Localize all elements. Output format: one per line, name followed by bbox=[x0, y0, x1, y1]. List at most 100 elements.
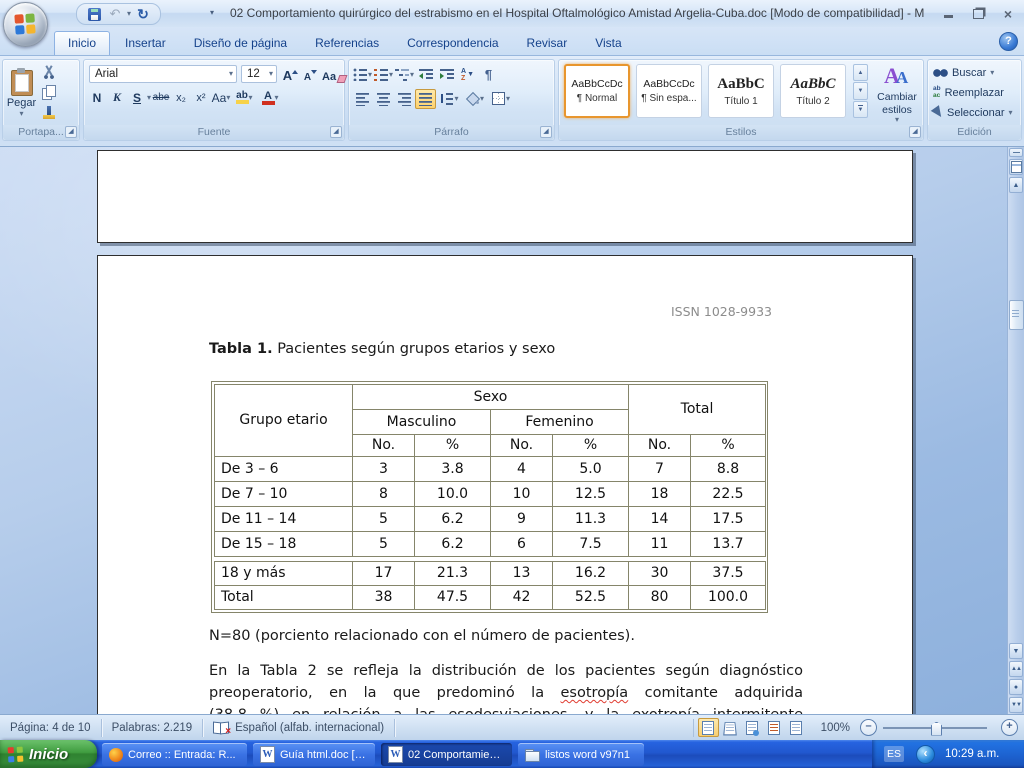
table-cell[interactable]: 5 bbox=[353, 507, 415, 532]
taskbar-item-correo[interactable]: Correo :: Entrada: R... bbox=[102, 743, 247, 766]
table-cell[interactable]: 11 bbox=[629, 532, 691, 557]
tab-inicio[interactable]: Inicio bbox=[54, 31, 110, 55]
style-card-normal[interactable]: AaBbCcDc ¶ Normal bbox=[564, 64, 630, 118]
table-cell[interactable]: 47.5 bbox=[415, 586, 491, 610]
table-cell[interactable]: 100.0 bbox=[691, 586, 766, 610]
table-cell[interactable]: 13.7 bbox=[691, 532, 766, 557]
scroll-track[interactable] bbox=[1008, 194, 1024, 642]
table-cell[interactable]: 18 bbox=[629, 482, 691, 507]
table-cell[interactable]: 3 bbox=[353, 457, 415, 482]
page-current[interactable]: ISSN 1028-9933 Tabla 1. Pacientes según … bbox=[97, 255, 913, 714]
subscript-button[interactable]: x₂ bbox=[171, 88, 191, 108]
minimize-button[interactable] bbox=[940, 7, 956, 21]
table-cell[interactable]: De 11 – 14 bbox=[215, 507, 353, 532]
table-cell[interactable]: 6.2 bbox=[415, 532, 491, 557]
cut-button[interactable] bbox=[39, 63, 58, 81]
table-cell[interactable]: 16.2 bbox=[553, 562, 629, 586]
header-pct[interactable]: % bbox=[415, 435, 491, 457]
header-total[interactable]: Total bbox=[629, 385, 766, 435]
scroll-up-button[interactable]: ▲ bbox=[1009, 177, 1023, 193]
split-handle[interactable] bbox=[1009, 148, 1023, 157]
format-painter-button[interactable] bbox=[39, 103, 58, 121]
bold-button[interactable]: N bbox=[87, 88, 107, 108]
close-button[interactable]: × bbox=[1000, 7, 1016, 21]
line-spacing-button[interactable]: ▾ bbox=[436, 89, 462, 109]
zoom-slider-thumb[interactable] bbox=[931, 722, 942, 736]
font-dialog-launcher[interactable]: ◢ bbox=[330, 126, 342, 138]
align-center-button[interactable] bbox=[373, 89, 394, 109]
borders-button[interactable]: ▾ bbox=[488, 89, 514, 109]
taskbar-clock[interactable]: 10:29 a.m. bbox=[945, 748, 999, 760]
change-styles-button[interactable]: AA Cambiar estilos ▾ bbox=[871, 63, 923, 125]
styles-dialog-launcher[interactable]: ◢ bbox=[909, 126, 921, 138]
page-previous[interactable] bbox=[97, 150, 913, 243]
table-cell[interactable]: 6 bbox=[491, 532, 553, 557]
start-button[interactable]: Inicio bbox=[0, 740, 97, 768]
spellcheck-status[interactable]: × Español (alfab. internacional) bbox=[203, 719, 395, 737]
bullets-button[interactable]: ▾ bbox=[352, 65, 373, 85]
tab-referencias[interactable]: Referencias bbox=[302, 32, 392, 55]
clipboard-dialog-launcher[interactable]: ◢ bbox=[65, 126, 77, 138]
table-cell[interactable]: 3.8 bbox=[415, 457, 491, 482]
table-cell[interactable]: 7.5 bbox=[553, 532, 629, 557]
taskbar-item-listos-word[interactable]: listos word v97n1 bbox=[518, 743, 644, 766]
page-indicator[interactable]: Página: 4 de 10 bbox=[0, 719, 102, 737]
table-cell[interactable]: 30 bbox=[629, 562, 691, 586]
tab-revisar[interactable]: Revisar bbox=[514, 32, 581, 55]
scroll-down-button[interactable]: ▼ bbox=[1009, 643, 1023, 659]
select-browse-object-button[interactable]: ● bbox=[1009, 679, 1023, 695]
grow-font-button[interactable]: A bbox=[281, 64, 300, 83]
zoom-in-button[interactable]: + bbox=[1001, 719, 1018, 736]
style-card-titulo-2[interactable]: AaBbC Título 2 bbox=[780, 64, 846, 118]
strikethrough-button[interactable]: abe bbox=[151, 88, 171, 108]
justify-button[interactable] bbox=[415, 89, 436, 109]
increase-indent-button[interactable] bbox=[436, 65, 457, 85]
header-pct[interactable]: % bbox=[553, 435, 629, 457]
header-sexo[interactable]: Sexo bbox=[353, 385, 629, 410]
styles-gallery-expand[interactable]: ▼ bbox=[853, 101, 868, 118]
align-right-button[interactable] bbox=[394, 89, 415, 109]
superscript-button[interactable]: x² bbox=[191, 88, 211, 108]
table-cell[interactable]: 21.3 bbox=[415, 562, 491, 586]
header-grupo-etario[interactable]: Grupo etario bbox=[215, 385, 353, 457]
decrease-indent-button[interactable] bbox=[415, 65, 436, 85]
tab-diseno-de-pagina[interactable]: Diseño de página bbox=[181, 32, 300, 55]
draft-view-button[interactable] bbox=[786, 718, 807, 737]
styles-scroll-down[interactable]: ▼ bbox=[853, 82, 868, 99]
show-marks-button[interactable]: ¶ bbox=[478, 65, 499, 85]
font-size-combo[interactable]: 12▾ bbox=[241, 65, 277, 83]
align-left-button[interactable] bbox=[352, 89, 373, 109]
table-cell[interactable]: 10.0 bbox=[415, 482, 491, 507]
table-cell[interactable]: 14 bbox=[629, 507, 691, 532]
header-femenino[interactable]: Femenino bbox=[491, 410, 629, 435]
table-cell[interactable]: 9 bbox=[491, 507, 553, 532]
tab-insertar[interactable]: Insertar bbox=[112, 32, 179, 55]
highlight-button[interactable]: ab ▾ bbox=[231, 88, 257, 108]
table-cell[interactable]: 10 bbox=[491, 482, 553, 507]
header-masculino[interactable]: Masculino bbox=[353, 410, 491, 435]
table-cell[interactable]: 52.5 bbox=[553, 586, 629, 610]
zoom-out-button[interactable]: – bbox=[860, 719, 877, 736]
table-cell[interactable]: 17 bbox=[353, 562, 415, 586]
redo-button[interactable]: ↻ bbox=[134, 6, 152, 22]
fullscreen-reading-view-button[interactable] bbox=[720, 718, 741, 737]
header-no[interactable]: No. bbox=[491, 435, 553, 457]
table-cell[interactable]: 37.5 bbox=[691, 562, 766, 586]
paragraph-dialog-launcher[interactable]: ◢ bbox=[540, 126, 552, 138]
italic-button[interactable]: K bbox=[107, 88, 127, 108]
copy-button[interactable] bbox=[39, 83, 58, 101]
table-cell[interactable]: 8 bbox=[353, 482, 415, 507]
shading-button[interactable]: ▾ bbox=[462, 89, 488, 109]
undo-button[interactable]: ↶ bbox=[106, 6, 124, 22]
sort-button[interactable]: AZ ▼ bbox=[457, 65, 478, 85]
underline-button[interactable]: S bbox=[127, 88, 147, 108]
table-cell[interactable]: 5 bbox=[353, 532, 415, 557]
header-no[interactable]: No. bbox=[353, 435, 415, 457]
shrink-font-button[interactable]: A bbox=[301, 64, 320, 83]
taskbar-item-guia-html[interactable]: W Guía html.doc [Modo ... bbox=[253, 743, 375, 766]
word-count[interactable]: Palabras: 2.219 bbox=[102, 719, 204, 737]
save-button[interactable] bbox=[85, 6, 103, 22]
table-cell[interactable]: 17.5 bbox=[691, 507, 766, 532]
hide-icons-button[interactable]: ‹ bbox=[916, 745, 935, 764]
ruler-toggle-button[interactable] bbox=[1009, 159, 1023, 175]
